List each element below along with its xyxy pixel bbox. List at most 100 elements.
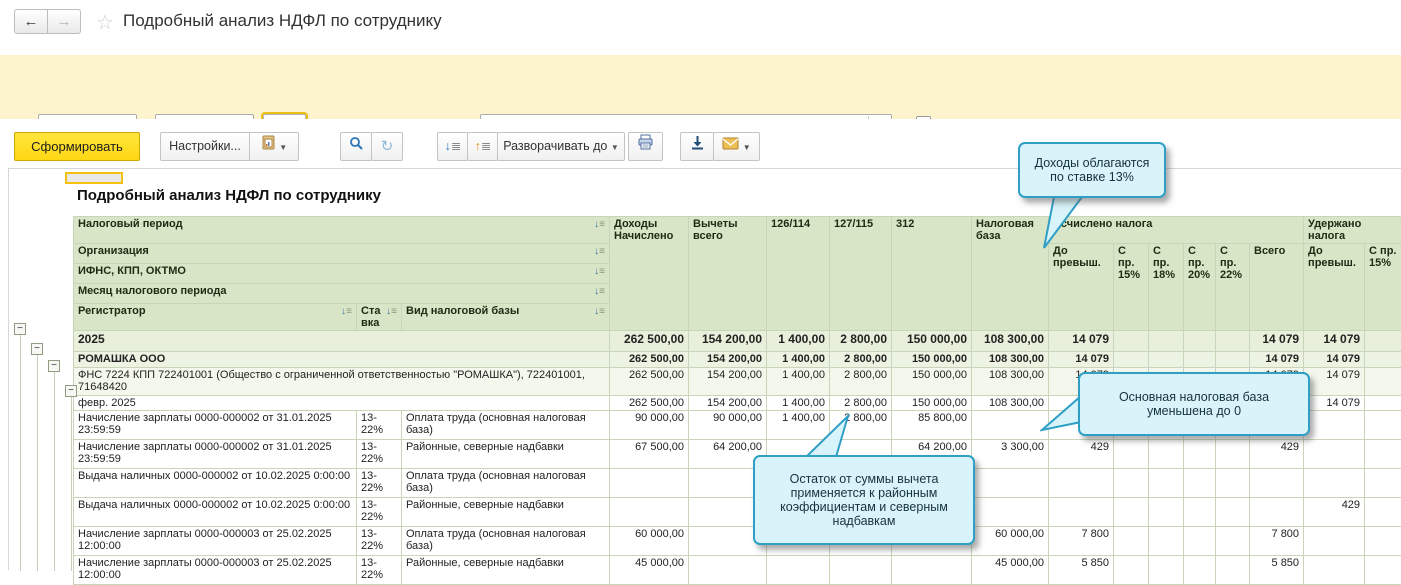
value-cell[interactable] (1149, 498, 1184, 527)
header-calc-22[interactable]: С пр. 22% (1216, 244, 1250, 331)
registrar-cell[interactable]: Начисление зарплаты 0000-000002 от 31.01… (74, 440, 357, 469)
sort-icon[interactable] (341, 305, 352, 317)
value-cell[interactable]: 2 800,00 (830, 331, 892, 352)
value-cell[interactable] (1049, 469, 1114, 498)
value-cell[interactable] (1216, 440, 1250, 469)
value-cell[interactable] (1184, 469, 1216, 498)
header-withheld-below[interactable]: До превыш. (1304, 244, 1365, 331)
value-cell[interactable] (1184, 498, 1216, 527)
value-cell[interactable]: 262 500,00 (610, 331, 689, 352)
value-cell[interactable] (1114, 331, 1149, 352)
value-cell[interactable]: 45 000,00 (972, 556, 1049, 585)
value-cell[interactable]: 14 079 (1250, 352, 1304, 368)
header-tax-base[interactable]: Налоговая база (972, 217, 1049, 331)
value-cell[interactable] (1365, 498, 1401, 527)
value-cell[interactable] (1149, 469, 1184, 498)
value-cell[interactable]: 150 000,00 (892, 352, 972, 368)
report-variants-button[interactable]: ▼ (249, 132, 299, 161)
value-cell[interactable] (1216, 527, 1250, 556)
header-organization[interactable]: Организация (74, 244, 610, 264)
value-cell[interactable] (1184, 331, 1216, 352)
value-cell[interactable] (1149, 440, 1184, 469)
value-cell[interactable]: 150 000,00 (892, 331, 972, 352)
value-cell[interactable]: 45 000,00 (610, 556, 689, 585)
value-cell[interactable]: 5 850 (1250, 556, 1304, 585)
value-cell[interactable]: 14 079 (1304, 396, 1365, 411)
sort-icon[interactable] (594, 218, 605, 230)
value-cell[interactable] (1250, 469, 1304, 498)
header-calc-total[interactable]: Всего (1250, 244, 1304, 331)
value-cell[interactable]: 5 850 (1049, 556, 1114, 585)
value-cell[interactable] (1250, 498, 1304, 527)
header-deductions[interactable]: Вычетывсего (689, 217, 767, 331)
generate-button[interactable]: Сформировать (14, 132, 140, 161)
value-cell[interactable] (1216, 352, 1250, 368)
value-cell[interactable] (1216, 556, 1250, 585)
value-cell[interactable]: 429 (1304, 498, 1365, 527)
value-cell[interactable] (1365, 440, 1401, 469)
value-cell[interactable]: 1 400,00 (767, 396, 830, 411)
value-cell[interactable] (1149, 527, 1184, 556)
value-cell[interactable]: 60 000,00 (610, 527, 689, 556)
value-cell[interactable]: 429 (1250, 440, 1304, 469)
value-cell[interactable]: 108 300,00 (972, 331, 1049, 352)
value-cell[interactable] (1365, 411, 1401, 440)
value-cell[interactable]: 154 200,00 (689, 396, 767, 411)
value-cell[interactable]: 7 800 (1049, 527, 1114, 556)
value-cell[interactable] (1114, 440, 1149, 469)
value-cell[interactable]: 85 800,00 (892, 411, 972, 440)
rate-cell[interactable]: 13-22% (357, 556, 402, 585)
value-cell[interactable]: 3 300,00 (972, 440, 1049, 469)
header-registrar[interactable]: Регистратор (74, 304, 357, 331)
value-cell[interactable] (1304, 527, 1365, 556)
value-cell[interactable] (1304, 440, 1365, 469)
value-cell[interactable] (1216, 469, 1250, 498)
value-cell[interactable] (1304, 411, 1365, 440)
value-cell[interactable]: 1 400,00 (767, 368, 830, 396)
header-ifns[interactable]: ИФНС, КПП, ОКТМО (74, 264, 610, 284)
registrar-cell[interactable]: Начисление зарплаты 0000-000002 от 31.01… (74, 411, 357, 440)
header-calc-20[interactable]: С пр. 20% (1184, 244, 1216, 331)
sort-icon[interactable] (594, 305, 605, 317)
value-cell[interactable]: 2 800,00 (830, 396, 892, 411)
sort-icon[interactable] (594, 265, 605, 277)
value-cell[interactable]: 2 800,00 (830, 352, 892, 368)
value-cell[interactable]: 7 800 (1250, 527, 1304, 556)
value-cell[interactable]: 2 800,00 (830, 368, 892, 396)
value-cell[interactable]: 14 079 (1304, 368, 1365, 396)
value-cell[interactable]: 150 000,00 (892, 396, 972, 411)
value-cell[interactable] (892, 556, 972, 585)
base-kind-cell[interactable]: Оплата труда (основная налоговая база) (402, 411, 610, 440)
expand-to-button[interactable]: Разворачивать до ▼ (497, 132, 625, 161)
registrar-cell[interactable]: Начисление зарплаты 0000-000003 от 25.02… (74, 556, 357, 585)
value-cell[interactable]: 67 500,00 (610, 440, 689, 469)
value-cell[interactable] (1365, 469, 1401, 498)
tree-expander[interactable]: − (14, 323, 26, 335)
value-cell[interactable] (1149, 352, 1184, 368)
value-cell[interactable] (1049, 498, 1114, 527)
back-button[interactable]: ← (14, 9, 48, 34)
header-income[interactable]: ДоходыНачислено (610, 217, 689, 331)
value-cell[interactable] (767, 556, 830, 585)
value-cell[interactable] (972, 469, 1049, 498)
tree-expander[interactable]: − (31, 343, 43, 355)
value-cell[interactable] (1184, 440, 1216, 469)
rate-cell[interactable]: 13-22% (357, 440, 402, 469)
search-button[interactable] (340, 132, 372, 161)
header-withheld-15[interactable]: С пр. 15% (1365, 244, 1401, 331)
value-cell[interactable] (1216, 331, 1250, 352)
forward-button[interactable]: → (47, 9, 81, 34)
value-cell[interactable]: 14 079 (1049, 331, 1114, 352)
value-cell[interactable]: 14 079 (1049, 352, 1114, 368)
value-cell[interactable] (1365, 352, 1401, 368)
selected-cell-indicator[interactable] (65, 172, 123, 184)
registrar-cell[interactable]: Выдача наличных 0000-000002 от 10.02.202… (74, 469, 357, 498)
header-126[interactable]: 126/114 (767, 217, 830, 331)
value-cell[interactable] (1216, 498, 1250, 527)
sort-icon[interactable] (386, 305, 397, 317)
value-cell[interactable] (1114, 498, 1149, 527)
expand-all-button[interactable]: ↓≣ (437, 132, 468, 161)
value-cell[interactable] (1365, 527, 1401, 556)
rate-cell[interactable]: 13-22% (357, 469, 402, 498)
group-label-cell[interactable]: 2025 (74, 331, 610, 352)
